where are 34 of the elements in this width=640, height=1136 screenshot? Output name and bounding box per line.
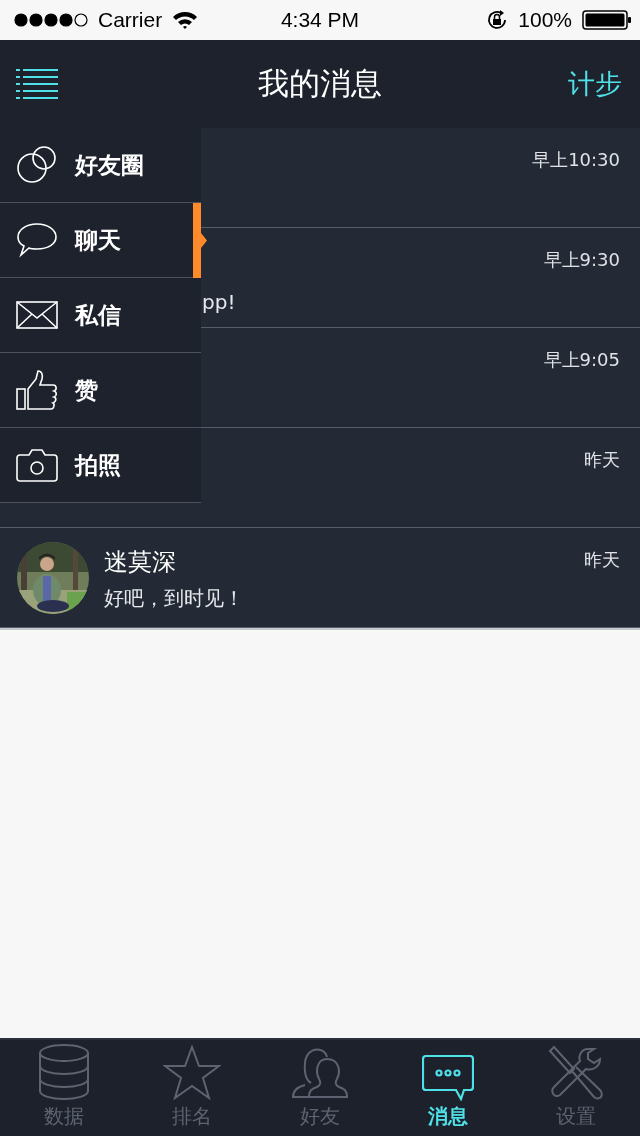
message-time: 昨天 [584,548,620,572]
people-icon [291,1045,349,1101]
battery-icon [582,10,632,30]
menu-item[interactable]: 私信 [0,278,201,353]
clock-time: 4:34 PM [280,8,360,32]
envelope-icon [16,301,58,329]
page-title: 我的消息 [258,64,382,103]
message-time: 昨天 [584,448,620,472]
tools-icon [548,1045,604,1101]
message-preview: 好吧，到时见！ [104,585,244,612]
circles-icon [16,144,58,186]
thumbs-up-icon [16,369,58,411]
menu-icon[interactable] [16,68,58,100]
message-preview: pp! [202,289,236,316]
message-row[interactable]: 迷莫深 好吧，到时见！ 昨天 [0,528,640,628]
message-time: 早上10:30 [532,148,620,172]
carrier-name: Carrier [98,8,163,32]
tab-bar-item[interactable]: 消息 [384,1040,512,1136]
message-time: 早上9:30 [543,248,620,272]
camera-icon [16,448,58,482]
menu-item[interactable]: 好友圈 [0,128,201,203]
menu-item[interactable]: 赞 [0,353,201,428]
star-icon [163,1045,221,1101]
contact-name: 迷莫深 [104,547,176,578]
menu-item[interactable]: 拍照 [0,428,201,503]
rotation-lock-icon [486,9,509,31]
step-count-button[interactable]: 计步 [568,66,622,102]
database-icon [38,1043,90,1101]
wifi-icon [172,11,199,29]
speech-bubble-icon [16,222,58,258]
signal-icon [14,13,88,27]
message-time: 早上9:05 [543,348,620,372]
battery-percent: 100% [518,8,572,32]
chat-bubble-icon [422,1055,474,1101]
